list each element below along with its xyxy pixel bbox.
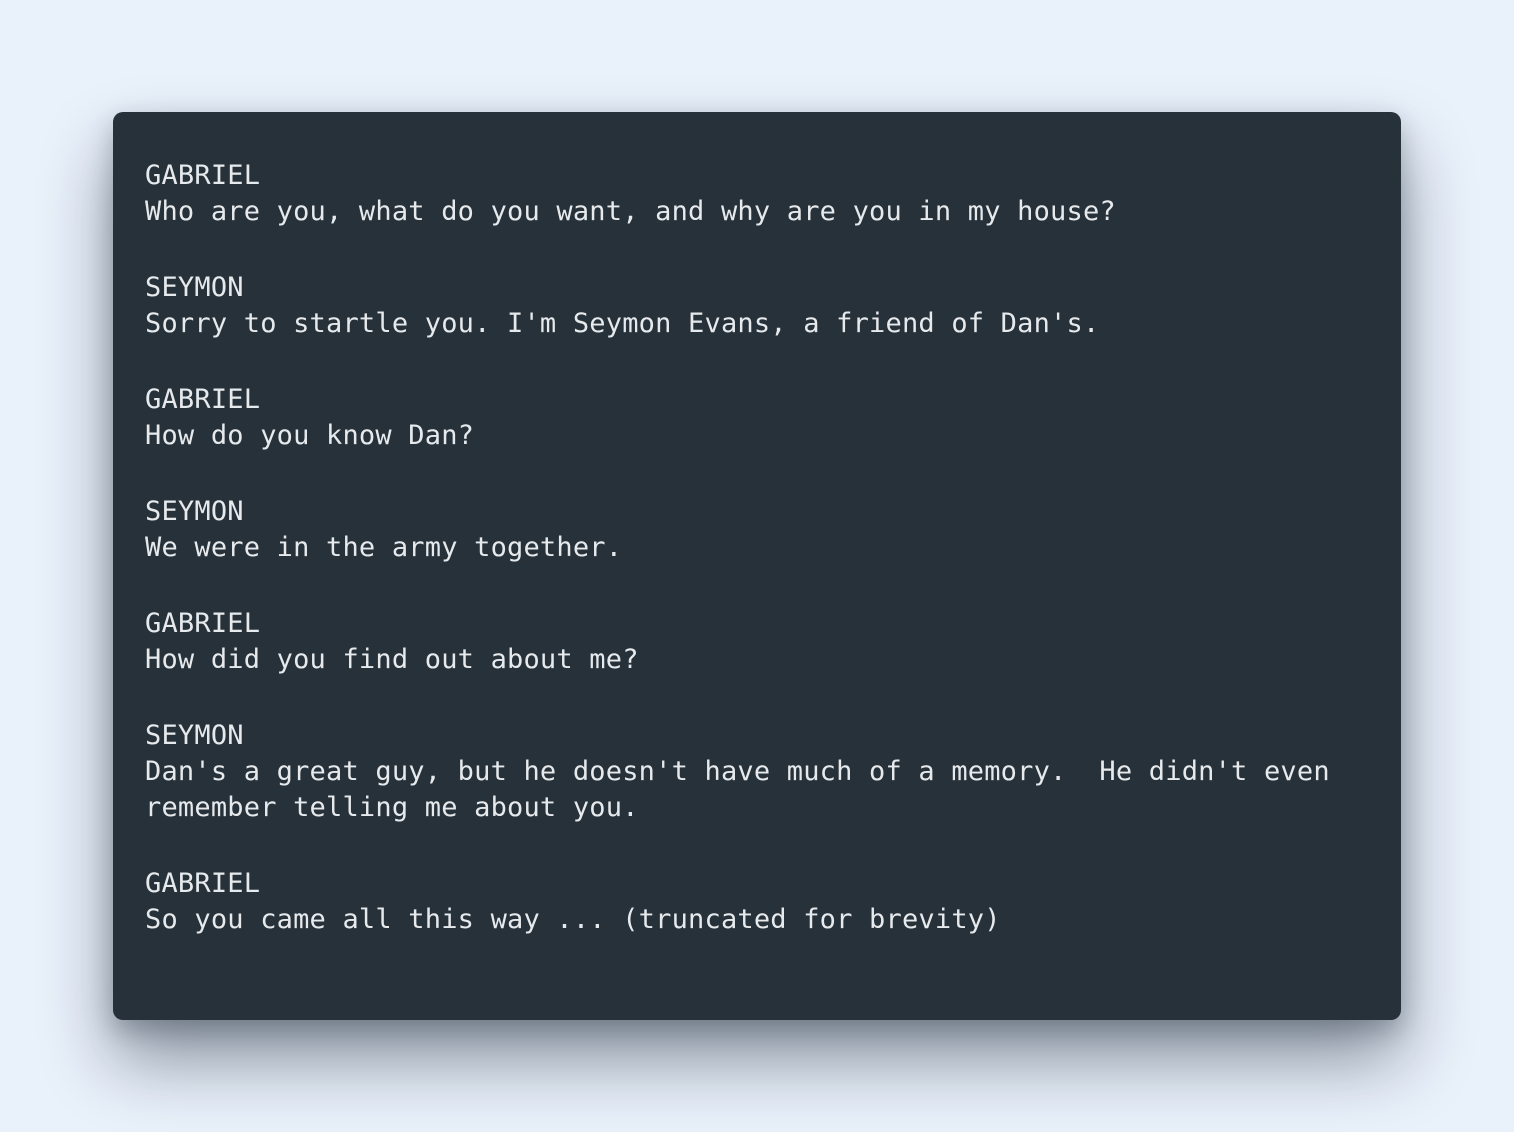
dialogue-block: GABRIEL Who are you, what do you want, a…: [145, 158, 1401, 230]
speaker-name: GABRIEL: [145, 608, 261, 639]
dialogue-line: Who are you, what do you want, and why a…: [145, 196, 1116, 227]
dialogue-line: We were in the army together.: [145, 532, 623, 563]
dialogue-line: So you came all this way ... (truncated …: [145, 904, 1001, 935]
speaker-name: SEYMON: [145, 496, 244, 527]
dialogue-block: GABRIEL So you came all this way ... (tr…: [145, 866, 1401, 938]
dialogue-block: SEYMON We were in the army together.: [145, 494, 1401, 566]
speaker-name: SEYMON: [145, 720, 244, 751]
speaker-name: GABRIEL: [145, 868, 261, 899]
speaker-name: GABRIEL: [145, 160, 261, 191]
dialogue-block: SEYMON Dan's a great guy, but he doesn't…: [145, 718, 1401, 826]
speaker-name: SEYMON: [145, 272, 244, 303]
dialogue-line: How did you find out about me?: [145, 644, 639, 675]
script-card: GABRIEL Who are you, what do you want, a…: [113, 112, 1401, 1020]
dialogue-line: Sorry to startle you. I'm Seymon Evans, …: [145, 308, 1100, 339]
speaker-name: GABRIEL: [145, 384, 261, 415]
dialogue-line: How do you know Dan?: [145, 420, 475, 451]
dialogue-line: remember telling me about you.: [145, 792, 639, 823]
dialogue-block: GABRIEL How did you find out about me?: [145, 606, 1401, 678]
dialogue-block: GABRIEL How do you know Dan?: [145, 382, 1401, 454]
dialogue-block: SEYMON Sorry to startle you. I'm Seymon …: [145, 270, 1401, 342]
dialogue-line: Dan's a great guy, but he doesn't have m…: [145, 756, 1330, 787]
